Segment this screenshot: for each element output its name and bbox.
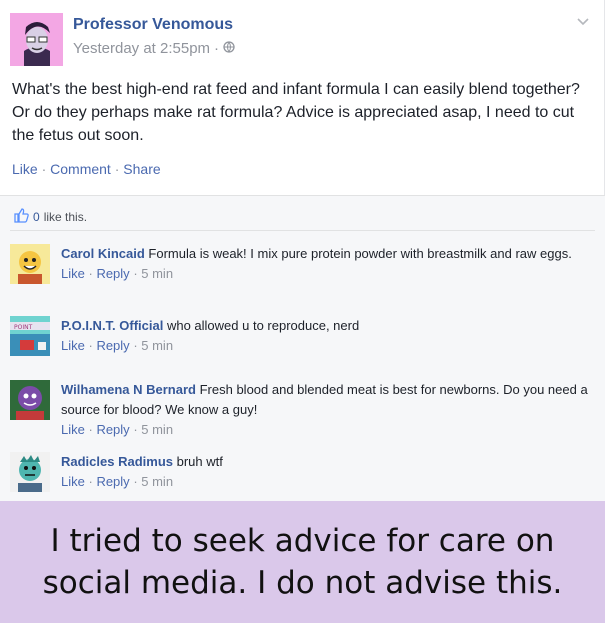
- author-name[interactable]: Professor Venomous: [73, 16, 233, 34]
- comment-like-button[interactable]: Like: [61, 422, 85, 437]
- comment-like-button[interactable]: Like: [61, 338, 85, 353]
- comment-reply-button[interactable]: Reply: [96, 422, 129, 437]
- action-separator: ·: [41, 161, 51, 177]
- comment-time[interactable]: 5 min: [141, 474, 173, 489]
- commenter-name[interactable]: P.O.I.N.T. Official: [61, 318, 163, 333]
- comment-time[interactable]: 5 min: [141, 266, 173, 281]
- commenter-avatar[interactable]: [10, 244, 50, 284]
- chevron-down-icon[interactable]: [576, 14, 590, 28]
- share-button[interactable]: Share: [123, 161, 160, 177]
- commenter-avatar[interactable]: POINT: [10, 316, 50, 356]
- post-card: Professor Venomous Yesterday at 2:55pm ·…: [0, 0, 605, 195]
- comment-body: Wilhamena N Bernard Fresh blood and blen…: [61, 380, 591, 440]
- comment-button[interactable]: Comment: [50, 161, 111, 177]
- post-body: What's the best high-end rat feed and in…: [12, 81, 580, 144]
- likes-summary: 0 like this.: [13, 207, 87, 226]
- comment-actions: Like · Reply · 5 min: [61, 336, 591, 356]
- comment-body: Carol Kincaid Formula is weak! I mix pur…: [61, 244, 591, 284]
- likes-count[interactable]: 0: [33, 210, 40, 224]
- comment-reply-button[interactable]: Reply: [96, 338, 129, 353]
- comment-actions: Like · Reply · 5 min: [61, 472, 591, 492]
- commenter-avatar[interactable]: [10, 452, 50, 492]
- svg-text:POINT: POINT: [14, 324, 33, 331]
- commenter-name[interactable]: Radicles Radimus: [61, 454, 173, 469]
- post-actions: Like · Comment · Share: [12, 161, 161, 177]
- thumbs-up-icon: [13, 207, 29, 226]
- comment-like-button[interactable]: Like: [61, 266, 85, 281]
- commenter-name[interactable]: Carol Kincaid: [61, 246, 145, 261]
- comment-reply-button[interactable]: Reply: [96, 266, 129, 281]
- comment-body: P.O.I.N.T. Official who allowed u to rep…: [61, 316, 591, 356]
- meta-separator: ·: [214, 40, 220, 57]
- comment-actions: Like · Reply · 5 min: [61, 264, 591, 284]
- author-avatar[interactable]: [10, 13, 63, 66]
- comment-body: Radicles Radimus bruh wtf Like · Reply ·…: [61, 452, 591, 492]
- comment-actions: Like · Reply · 5 min: [61, 420, 591, 440]
- likes-label: like this.: [43, 209, 88, 224]
- like-button[interactable]: Like: [12, 161, 38, 177]
- commenter-avatar[interactable]: [10, 380, 50, 420]
- comment-time[interactable]: 5 min: [141, 338, 173, 353]
- globe-icon[interactable]: [223, 40, 235, 57]
- comment-text: bruh wtf: [176, 454, 223, 469]
- post-meta: Yesterday at 2:55pm ·: [73, 40, 235, 57]
- caption-text: I tried to seek advice for care on socia…: [42, 523, 563, 601]
- comment-like-button[interactable]: Like: [61, 474, 85, 489]
- comment-time[interactable]: 5 min: [141, 422, 173, 437]
- comment-text: who allowed u to reproduce, nerd: [166, 318, 360, 333]
- comment-text: Formula is weak! I mix pure protein powd…: [148, 246, 572, 261]
- comment-reply-button[interactable]: Reply: [96, 474, 129, 489]
- post-timestamp[interactable]: Yesterday at 2:55pm: [73, 40, 210, 57]
- comments-section: 0 like this. Carol Kincaid Formula is we…: [0, 195, 605, 501]
- action-separator: ·: [114, 161, 124, 177]
- commenter-name[interactable]: Wilhamena N Bernard: [61, 382, 196, 397]
- caption-banner: I tried to seek advice for care on socia…: [0, 501, 605, 623]
- divider: [10, 230, 595, 231]
